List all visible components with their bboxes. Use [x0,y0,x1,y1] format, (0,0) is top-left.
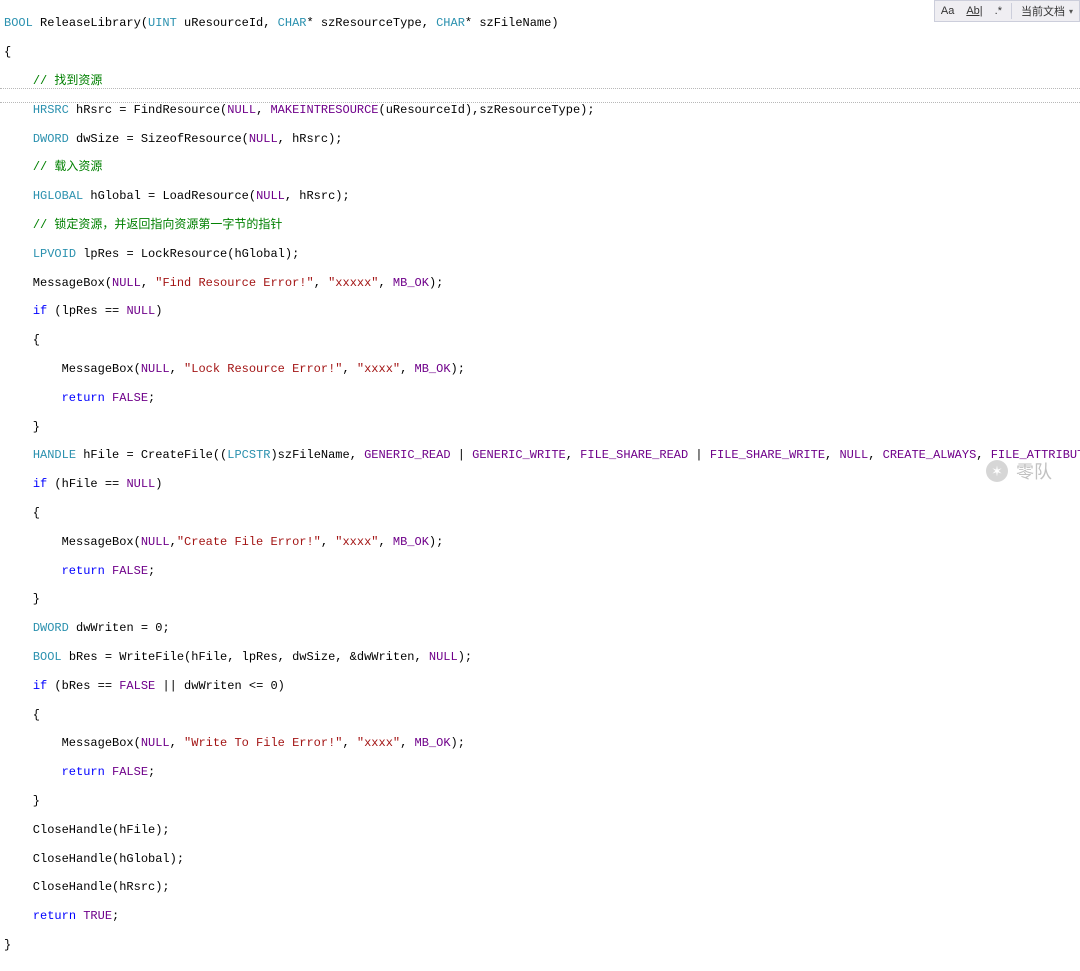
code-line[interactable]: MessageBox(NULL,"Create File Error!", "x… [4,535,1076,549]
code-line[interactable]: if (bRes == FALSE || dwWriten <= 0) [4,679,1076,693]
code-line[interactable]: if (hFile == NULL) [4,477,1076,491]
code-line[interactable]: BOOL bRes = WriteFile(hFile, lpRes, dwSi… [4,650,1076,664]
code-line[interactable]: LPVOID lpRes = LockResource(hGlobal); [4,247,1076,261]
code-line[interactable]: } [4,938,1076,952]
code-line[interactable]: // 锁定资源，并返回指向资源第一字节的指针 [4,218,1076,232]
code-line[interactable]: BOOL ReleaseLibrary(UINT uResourceId, CH… [4,16,1076,30]
code-line[interactable]: if (lpRes == NULL) [4,304,1076,318]
code-line[interactable]: { [4,45,1076,59]
code-line[interactable]: MessageBox(NULL, "Lock Resource Error!",… [4,362,1076,376]
code-line[interactable]: CloseHandle(hGlobal); [4,852,1076,866]
code-line[interactable]: { [4,506,1076,520]
chevron-down-icon: ▾ [1069,7,1073,16]
code-line[interactable]: return FALSE; [4,391,1076,405]
code-line[interactable]: // 载入资源 [4,160,1076,174]
code-line[interactable]: HRSRC hRsrc = FindResource(NULL, MAKEINT… [4,103,1076,117]
code-line[interactable]: } [4,794,1076,808]
code-line[interactable]: CloseHandle(hRsrc); [4,880,1076,894]
code-line[interactable]: HANDLE hFile = CreateFile((LPCSTR)szFile… [4,448,1076,462]
code-line[interactable]: { [4,333,1076,347]
code-line[interactable]: return TRUE; [4,909,1076,923]
code-line[interactable]: MessageBox(NULL, "Write To File Error!",… [4,736,1076,750]
code-line[interactable]: DWORD dwWriten = 0; [4,621,1076,635]
code-line[interactable]: return FALSE; [4,765,1076,779]
code-line[interactable]: } [4,420,1076,434]
code-line[interactable]: HGLOBAL hGlobal = LoadResource(NULL, hRs… [4,189,1076,203]
code-line[interactable]: CloseHandle(hFile); [4,823,1076,837]
code-line[interactable]: { [4,708,1076,722]
code-line[interactable]: return FALSE; [4,564,1076,578]
code-line[interactable]: MessageBox(NULL, "Find Resource Error!",… [4,276,1076,290]
code-line[interactable]: DWORD dwSize = SizeofResource(NULL, hRsr… [4,132,1076,146]
code-line[interactable]: // 找到资源 [4,74,1076,88]
code-editor[interactable]: BOOL ReleaseLibrary(UINT uResourceId, CH… [0,0,1080,971]
code-line[interactable]: } [4,592,1076,606]
